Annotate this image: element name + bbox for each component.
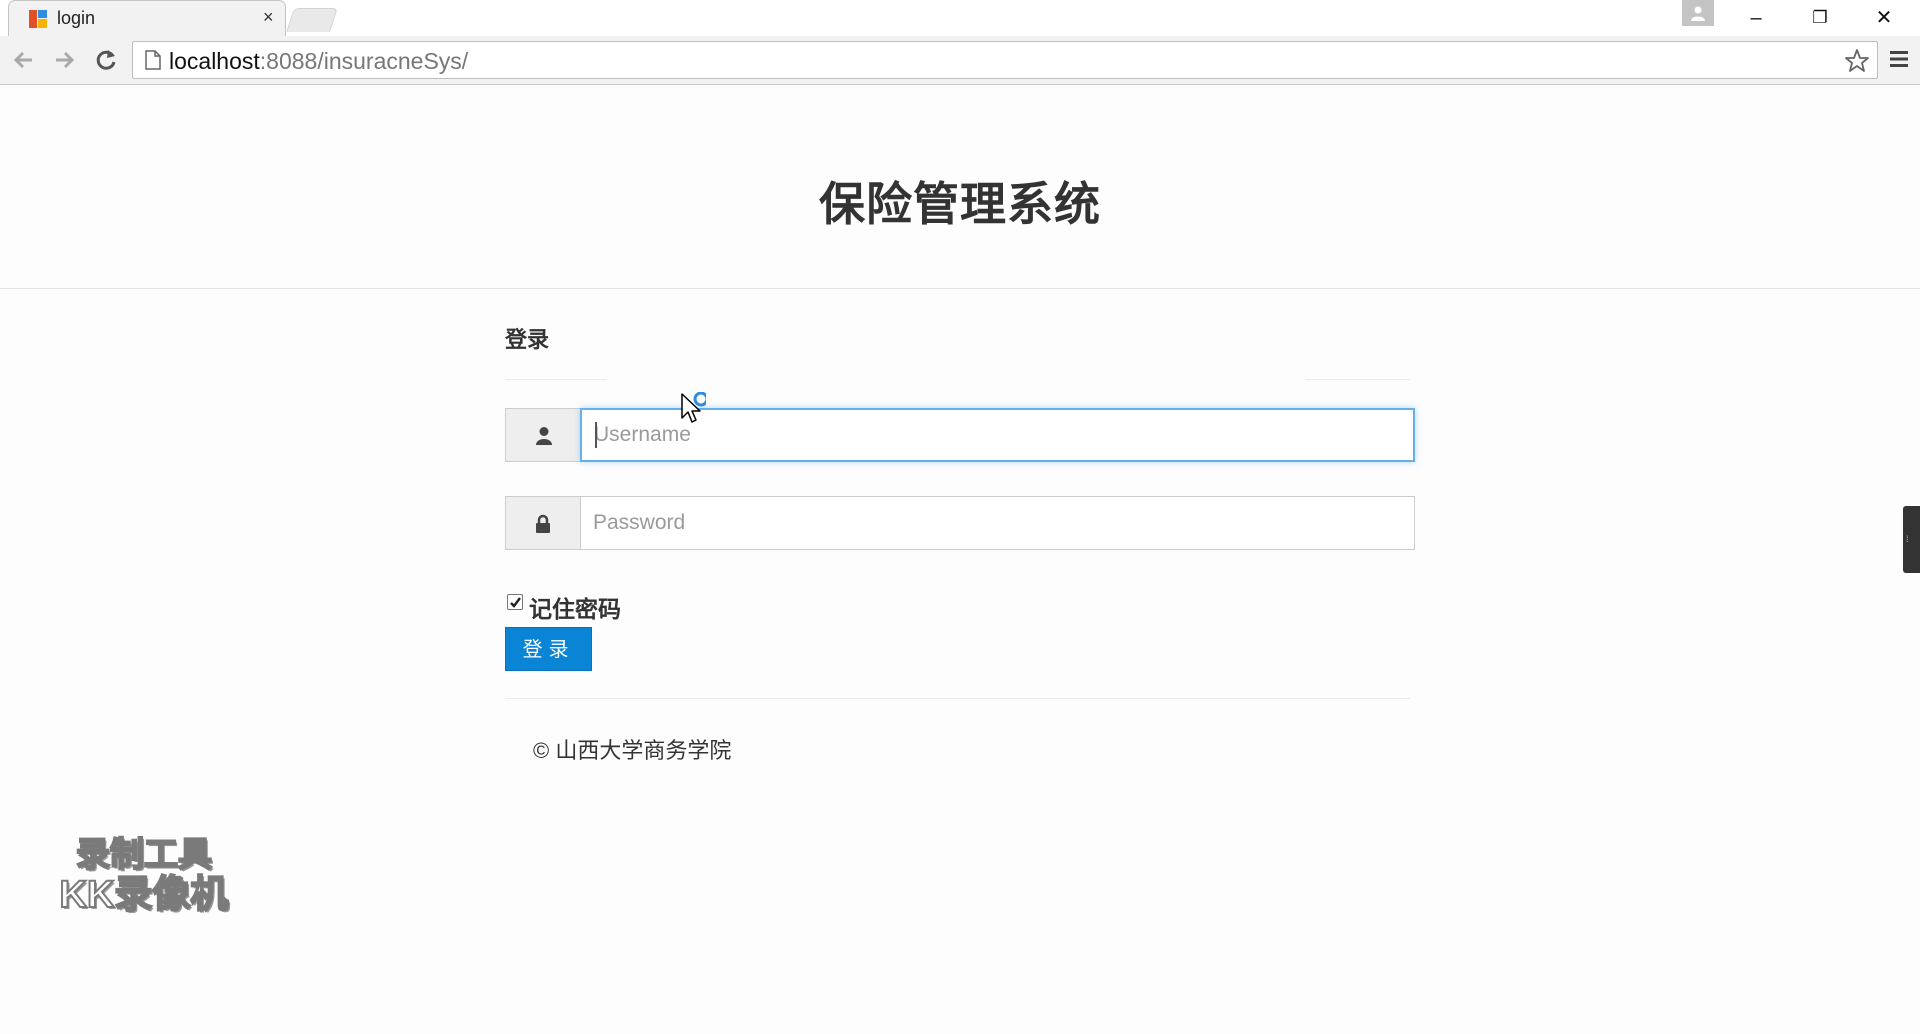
profile-button[interactable] bbox=[1682, 0, 1714, 26]
page-icon bbox=[145, 50, 161, 70]
heading-divider-left bbox=[505, 379, 607, 380]
browser-chrome: login × – ❐ ✕ localhost:8088/insuracneSy… bbox=[0, 0, 1920, 85]
checkbox-checked-icon bbox=[510, 597, 521, 608]
minimize-button[interactable]: – bbox=[1734, 4, 1778, 32]
header-divider bbox=[0, 288, 1920, 289]
login-heading: 登录 bbox=[505, 327, 550, 352]
text-caret bbox=[595, 422, 597, 448]
restore-button[interactable]: ❐ bbox=[1798, 4, 1842, 32]
close-window-button[interactable]: ✕ bbox=[1862, 4, 1906, 32]
tab-strip: login × – ❐ ✕ bbox=[0, 0, 1920, 36]
page-title: 保险管理系统 bbox=[819, 178, 1101, 230]
lock-icon bbox=[536, 514, 550, 533]
browser-toolbar: localhost:8088/insuracneSys/ bbox=[0, 36, 1920, 85]
remember-label[interactable]: 记住密码 bbox=[529, 590, 621, 624]
reload-button[interactable] bbox=[92, 46, 120, 74]
password-group bbox=[505, 496, 1415, 550]
url-host: localhost bbox=[169, 48, 260, 74]
footer-copyright: © 山西大学商务学院 bbox=[533, 738, 732, 763]
back-button[interactable] bbox=[10, 46, 38, 74]
recorder-watermark: 录制工具 KK录像机 bbox=[44, 835, 244, 917]
forward-button[interactable] bbox=[50, 46, 78, 74]
address-bar[interactable]: localhost:8088/insuracneSys/ bbox=[132, 41, 1878, 79]
username-group bbox=[505, 408, 1415, 462]
remember-checkbox[interactable] bbox=[507, 594, 523, 610]
back-icon bbox=[13, 51, 32, 69]
url-path: :8088/insuracneSys/ bbox=[259, 48, 469, 74]
side-panel-handle[interactable]: ⁞ bbox=[1903, 506, 1920, 573]
user-icon bbox=[536, 427, 552, 445]
side-handle-glyph: ⁞ bbox=[1906, 534, 1909, 544]
username-addon bbox=[505, 408, 581, 462]
tab-favicon-icon bbox=[29, 10, 47, 28]
tab-close-icon[interactable]: × bbox=[263, 7, 274, 28]
tab-title: login bbox=[57, 8, 96, 28]
reload-icon bbox=[96, 50, 116, 70]
browser-tab[interactable]: login × bbox=[8, 0, 286, 36]
url-text: localhost:8088/insuracneSys/ bbox=[169, 48, 468, 75]
password-input[interactable] bbox=[580, 496, 1415, 550]
mouse-cursor-icon bbox=[681, 392, 706, 423]
star-icon[interactable] bbox=[1843, 47, 1871, 75]
login-button[interactable]: 登录 bbox=[505, 627, 592, 671]
watermark-line1: 录制工具 bbox=[75, 835, 213, 875]
password-addon bbox=[505, 496, 581, 550]
forward-icon bbox=[56, 51, 75, 69]
person-icon bbox=[1691, 6, 1705, 21]
menu-icon[interactable] bbox=[1888, 48, 1910, 70]
new-tab-button[interactable] bbox=[286, 8, 338, 32]
watermark-line2: KK录像机 bbox=[59, 873, 230, 917]
heading-divider-right bbox=[1305, 379, 1410, 380]
footer-divider bbox=[505, 698, 1410, 699]
